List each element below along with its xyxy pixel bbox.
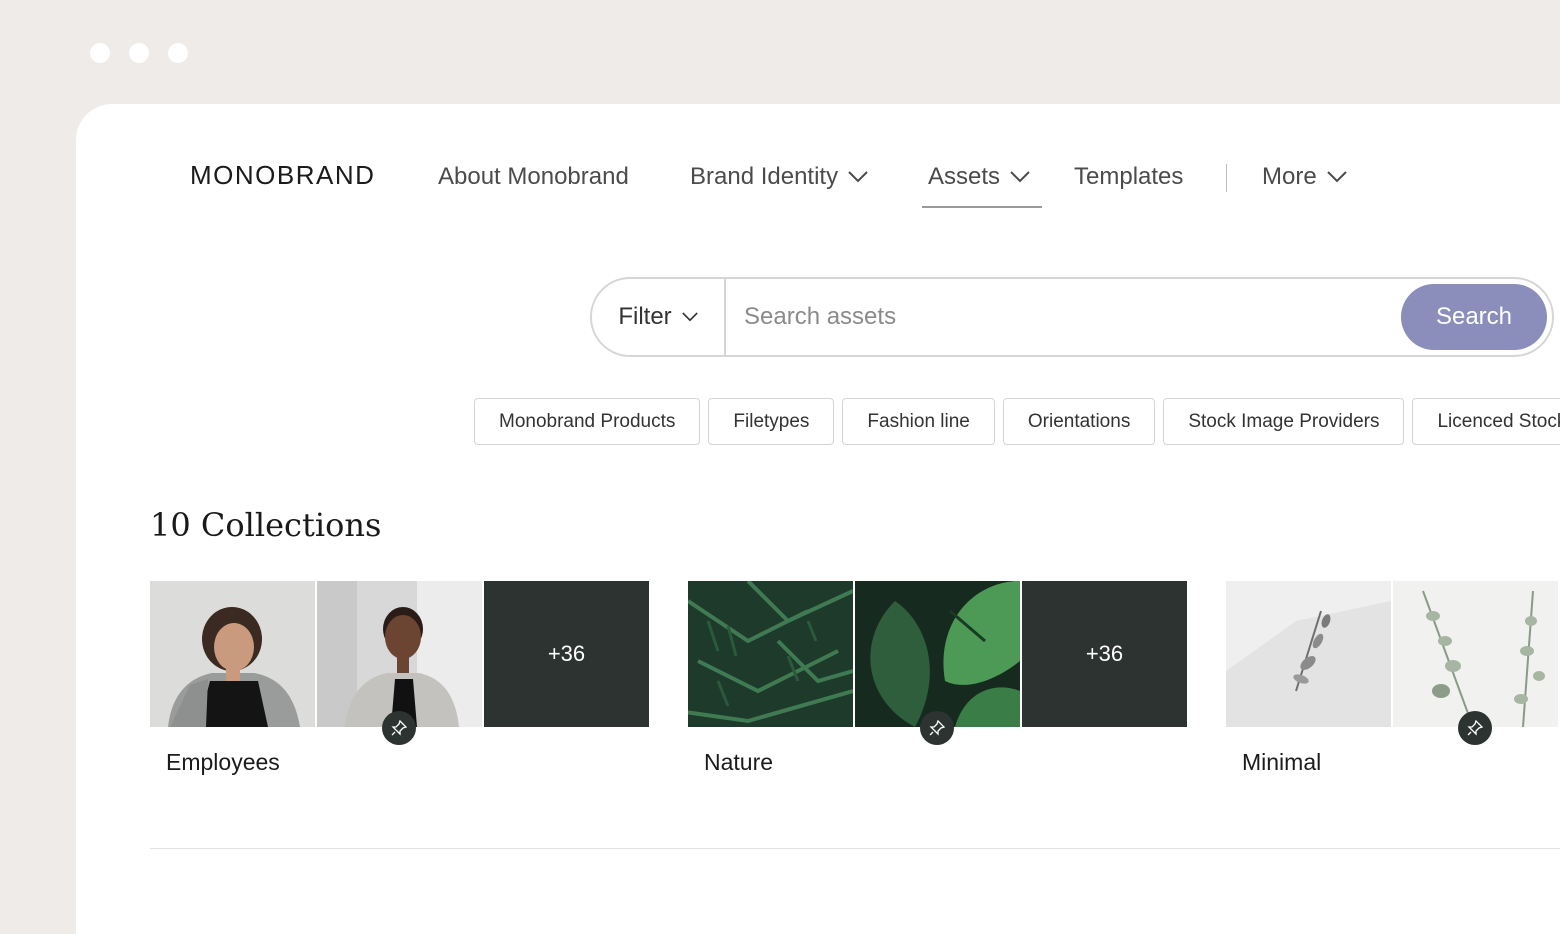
filter-label: Filter — [618, 303, 672, 330]
chip-stock-image-providers[interactable]: Stock Image Providers — [1163, 398, 1405, 445]
chevron-down-icon — [1326, 171, 1347, 183]
filter-dropdown[interactable]: Filter — [592, 279, 726, 355]
nav-item-about[interactable]: About Monobrand — [438, 160, 629, 194]
chevron-down-icon — [848, 171, 868, 183]
chevron-down-icon — [681, 312, 698, 322]
collection-name: Minimal — [1242, 749, 1322, 775]
nav-item-label: Assets — [928, 163, 1001, 190]
chip-fashion-line[interactable]: Fashion line — [842, 398, 995, 445]
search-button[interactable]: Search — [1401, 284, 1547, 350]
nav-item-more[interactable]: More — [1262, 160, 1347, 194]
collection-thumbnail — [1226, 581, 1391, 727]
collection-thumbnail — [317, 581, 482, 727]
collection-card-minimal[interactable]: Minimal — [1226, 581, 1560, 791]
nav-item-brand-identity[interactable]: Brand Identity — [690, 160, 868, 194]
nav-item-label: Brand Identity — [690, 163, 839, 190]
window-controls — [90, 43, 188, 63]
collection-name: Employees — [166, 749, 280, 775]
collection-card-nature[interactable]: +36 Nature — [688, 581, 1188, 791]
section-divider — [150, 848, 1560, 849]
chip-orientations[interactable]: Orientations — [1002, 398, 1156, 445]
active-nav-indicator — [922, 206, 1042, 208]
nav-item-assets[interactable]: Assets — [928, 160, 1030, 194]
pin-icon[interactable] — [1458, 711, 1492, 745]
collection-thumbnail — [1393, 581, 1558, 727]
more-items-tile: +36 — [484, 581, 649, 727]
window-dot-maximize[interactable] — [168, 43, 188, 63]
collection-card-employees[interactable]: +36 Employees — [150, 581, 650, 791]
chip-monobrand-products[interactable]: Monobrand Products — [474, 398, 701, 445]
collection-name: Nature — [704, 749, 774, 775]
filter-chips: Monobrand Products Filetypes Fashion lin… — [474, 398, 1560, 445]
chip-licenced-stock[interactable]: Licenced Stock — [1412, 398, 1560, 445]
nav-item-label: More — [1262, 163, 1317, 190]
window-dot-minimize[interactable] — [129, 43, 149, 63]
pin-icon[interactable] — [382, 711, 416, 745]
collections-heading: 10 Collections — [150, 506, 382, 544]
collection-thumbnail — [855, 581, 1020, 727]
nav-item-templates[interactable]: Templates — [1074, 160, 1183, 194]
nav-item-label: About Monobrand — [438, 163, 629, 190]
window-dot-close[interactable] — [90, 43, 110, 63]
browser-window: MONOBRAND About Monobrand Brand Identity… — [76, 104, 1560, 934]
nav-item-label: Templates — [1074, 163, 1184, 190]
chevron-down-icon — [1010, 171, 1030, 183]
collection-thumbnail — [150, 581, 315, 727]
chip-filetypes[interactable]: Filetypes — [708, 398, 835, 445]
search-bar: Filter Search — [590, 277, 1554, 357]
nav-divider — [1226, 164, 1227, 192]
brand-logo[interactable]: MONOBRAND — [190, 162, 375, 188]
collection-thumbnail — [688, 581, 853, 727]
search-input[interactable] — [726, 302, 1401, 332]
pin-icon[interactable] — [920, 711, 954, 745]
more-items-tile: +36 — [1022, 581, 1187, 727]
